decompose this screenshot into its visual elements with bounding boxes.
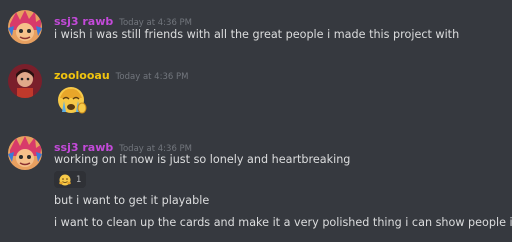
username[interactable]: zoolooau [54,69,110,82]
timestamp: Today at 4:36 PM [115,72,189,82]
avatar[interactable] [8,136,42,170]
hugging-emoji-icon [59,174,71,186]
reaction-button[interactable]: 1 [54,171,87,188]
avatar[interactable] [8,10,42,44]
timestamp: Today at 4:36 PM [119,18,193,28]
reaction-count: 1 [76,174,82,185]
message-text: i want to clean up the cards and make it… [54,216,512,229]
username[interactable]: ssj3 rawb [54,15,113,28]
message-text: i wish i was still friends with all the … [54,28,460,41]
message-text: but i want to get it playable [54,194,210,207]
crying-emoji-icon [54,82,88,116]
message-header: zoolooau Today at 4:36 PM [54,64,189,82]
message-text: working on it now is just so lonely and … [54,153,351,166]
avatar[interactable] [8,64,42,98]
message-header: ssj3 rawb Today at 4:36 PM [54,10,193,28]
message-header: ssj3 rawb Today at 4:36 PM [54,136,192,154]
